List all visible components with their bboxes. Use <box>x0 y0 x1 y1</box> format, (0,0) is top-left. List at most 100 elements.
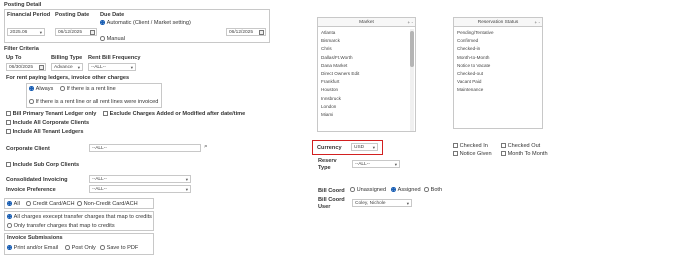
checked-in-checkbox[interactable]: Checked In <box>453 143 488 149</box>
list-item[interactable]: Dana Market <box>321 62 359 70</box>
corporate-client-label: Corporate Client <box>6 146 50 152</box>
transfer-all-radio[interactable]: All charges execept transfer charges tha… <box>7 214 152 220</box>
reservation-status-listbox[interactable]: Reservation Status + - Pending/Tentative … <box>453 17 543 129</box>
payment-all-radio[interactable]: All <box>7 201 20 207</box>
list-item[interactable]: Pending/Tentative <box>457 29 494 37</box>
chevron-down-icon: ▾ <box>185 177 188 182</box>
list-item[interactable]: Innsbruck <box>321 95 359 103</box>
submission-pdf-radio[interactable]: Save to PDF <box>100 245 138 251</box>
chevron-down-icon: ▾ <box>39 30 42 35</box>
transfer-only-radio[interactable]: Only transfer charges that map to credit… <box>7 223 115 229</box>
exclude-charges-checkbox[interactable]: Exclude Charges Added or Modified after … <box>103 111 245 117</box>
always-radio[interactable]: Always <box>29 86 53 92</box>
submission-print-radio[interactable]: Print and/or Email <box>7 245 58 251</box>
checkbox-icon <box>6 120 11 125</box>
invoice-submissions-panel: Invoice Submissions Print and/or Email P… <box>4 233 154 255</box>
rent-bill-frequency-select[interactable]: --ALL-- ▾ <box>88 63 136 71</box>
chevron-down-icon: ▾ <box>406 201 409 206</box>
list-item[interactable]: Frankfurt <box>321 78 359 86</box>
financial-period-select[interactable]: 2025.06 ▾ <box>7 28 45 36</box>
list-item[interactable]: Atlanta <box>321 29 359 37</box>
reservation-status-items: Pending/Tentative Confirmed Checked-in M… <box>457 29 494 95</box>
checkbox-icon <box>501 143 506 148</box>
calendar-icon[interactable] <box>39 65 44 70</box>
include-corporate-checkbox[interactable]: Include All Corporate Clients <box>6 120 89 126</box>
search-icon[interactable]: ⌕ <box>204 143 208 151</box>
bill-coord-unassigned-radio[interactable]: Unassigned <box>350 187 386 193</box>
bill-coord-both-radio[interactable]: Both <box>424 187 442 193</box>
transfer-charges-options: All charges execept transfer charges tha… <box>4 211 154 231</box>
reserv-type-label: Reserv Type <box>318 158 337 171</box>
posting-date-input[interactable]: 06/12/2025 <box>55 28 97 36</box>
list-item[interactable]: Bismarck <box>321 37 359 45</box>
notice-given-checkbox[interactable]: Notice Given <box>453 151 492 157</box>
list-item[interactable]: Month-to-Month <box>457 54 494 62</box>
checkbox-icon <box>501 151 506 156</box>
chevron-down-icon: ▾ <box>394 162 397 167</box>
bill-coord-user-label: Bill Coord User <box>318 197 345 210</box>
checkbox-icon <box>6 129 11 134</box>
include-tenant-checkbox[interactable]: Include All Tenant Ledgers <box>6 129 83 135</box>
list-item[interactable]: Checked-out <box>457 70 494 78</box>
due-auto-radio[interactable]: Automatic (Client / Market setting) <box>100 20 191 26</box>
expand-collapse-icon[interactable]: + - <box>408 18 414 27</box>
scrollbar-thumb[interactable] <box>410 31 414 67</box>
bill-primary-checkbox[interactable]: Bill Primary Tenant Ledger only <box>6 111 96 117</box>
list-item[interactable]: Houston <box>321 86 359 94</box>
include-sub-corp-checkbox[interactable]: Include Sub Corp Clients <box>6 162 79 168</box>
list-item[interactable]: Checked-in <box>457 45 494 53</box>
radio-icon <box>29 99 34 104</box>
posting-detail-title: Posting Detail <box>4 2 42 8</box>
bill-coord-assigned-radio[interactable]: Assigned <box>391 187 421 193</box>
list-item[interactable]: Notice to Vacate <box>457 62 494 70</box>
chevron-down-icon: ▾ <box>130 65 133 70</box>
list-item[interactable]: Vacant Paid <box>457 78 494 86</box>
if-rent-or-all-radio[interactable]: If there is a rent line or all rent line… <box>29 99 158 105</box>
corporate-client-input[interactable]: --ALL-- <box>89 144 201 152</box>
consolidated-invoicing-select[interactable]: --ALL-- ▾ <box>89 175 191 183</box>
radio-icon <box>60 86 65 91</box>
list-item[interactable]: Confirmed <box>457 37 494 45</box>
list-item[interactable]: London <box>321 103 359 111</box>
due-manual-radio[interactable]: Manual <box>100 36 125 42</box>
chevron-down-icon: ▾ <box>77 65 80 70</box>
checkbox-icon <box>453 151 458 156</box>
calendar-icon[interactable] <box>90 30 95 35</box>
list-item[interactable]: Maintenance <box>457 86 494 94</box>
list-item[interactable]: Miami <box>321 111 359 119</box>
bill-coord-user-select[interactable]: Coley, Nichole ▾ <box>352 199 412 207</box>
due-date-input[interactable]: 06/12/2025 <box>226 28 266 36</box>
market-items: Atlanta Bismarck Chris Dallas/Ft.Worth D… <box>321 29 359 119</box>
radio-selected-icon <box>7 214 12 219</box>
if-rent-line-radio[interactable]: If there is a rent line <box>60 86 116 92</box>
bill-coord-label: Bill Coord <box>318 188 345 194</box>
invoice-submissions-title: Invoice Submissions <box>7 235 63 241</box>
calendar-icon[interactable] <box>259 30 264 35</box>
checkbox-icon <box>6 111 11 116</box>
billing-type-select[interactable]: Advance ▾ <box>51 63 83 71</box>
month-to-month-checkbox[interactable]: Month To Month <box>501 151 548 157</box>
checked-out-checkbox[interactable]: Checked Out <box>501 143 540 149</box>
radio-selected-icon <box>100 20 105 25</box>
radio-icon <box>100 245 105 250</box>
submission-post-radio[interactable]: Post Only <box>65 245 96 251</box>
market-scrollbar[interactable] <box>410 29 414 131</box>
currency-select[interactable]: USD ▾ <box>351 143 378 151</box>
list-item[interactable]: Chris <box>321 45 359 53</box>
radio-icon <box>424 187 429 192</box>
checkbox-icon <box>103 111 108 116</box>
reservation-status-header: Reservation Status + - <box>454 18 542 27</box>
market-listbox[interactable]: Market + - Atlanta Bismarck Chris Dallas/… <box>317 17 416 132</box>
list-item[interactable]: Dallas/Ft.Worth <box>321 54 359 62</box>
payment-card-radio[interactable]: Credit Card/ACH <box>26 201 75 207</box>
radio-selected-icon <box>7 201 12 206</box>
filter-criteria-title: Filter Criteria <box>4 46 39 52</box>
payment-noncard-radio[interactable]: Non-Credit Card/ACH <box>77 201 138 207</box>
list-item[interactable]: Direct Owners Edit <box>321 70 359 78</box>
reserv-type-select[interactable]: --ALL-- ▾ <box>352 160 400 168</box>
checkbox-icon <box>453 143 458 148</box>
radio-icon <box>7 223 12 228</box>
expand-collapse-icon[interactable]: + - <box>535 18 541 27</box>
up-to-input[interactable]: 06/30/2025 <box>6 63 46 71</box>
invoice-preference-select[interactable]: --ALL-- ▾ <box>89 185 191 193</box>
